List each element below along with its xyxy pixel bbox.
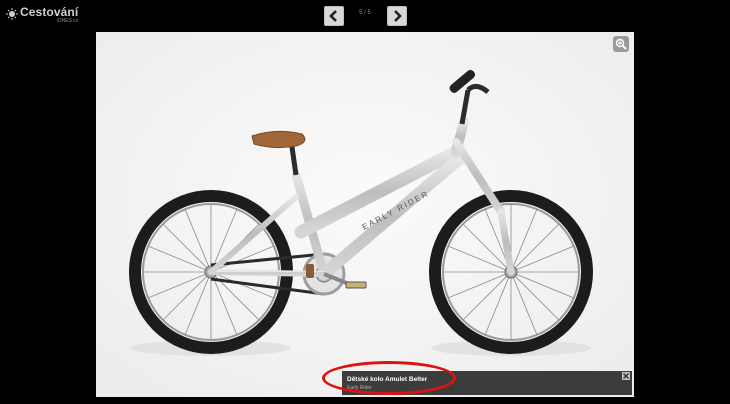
bicycle-image: EARLY RIDER (96, 32, 634, 397)
zoom-in-icon (615, 38, 627, 50)
saddle (251, 130, 306, 149)
logo-name: Cestování (20, 5, 79, 19)
chevron-left-icon (329, 10, 337, 22)
caption-credit: Early Rider (347, 385, 372, 391)
gallery-viewer: Cestování iDNES.cz 5 / 5 EARLY RIDER Dět… (0, 0, 730, 404)
caption-title: Dětské kolo Amulet Belter (347, 376, 428, 383)
pedal (345, 281, 367, 289)
photo-caption: Dětské kolo Amulet Belter Early Rider (342, 371, 632, 395)
previous-photo-button[interactable] (324, 6, 344, 26)
zoom-button[interactable] (613, 36, 629, 52)
gallery-photo[interactable]: EARLY RIDER (96, 32, 634, 397)
sun-logo-icon (6, 8, 18, 20)
chevron-right-icon (394, 10, 402, 22)
logo-subtitle: iDNES.cz (56, 18, 79, 24)
photo-counter: 5 / 5 (359, 10, 371, 16)
next-photo-button[interactable] (387, 6, 407, 26)
caption-close-button[interactable] (622, 372, 630, 380)
site-logo[interactable]: Cestování iDNES.cz (6, 6, 78, 24)
close-icon (623, 373, 629, 379)
